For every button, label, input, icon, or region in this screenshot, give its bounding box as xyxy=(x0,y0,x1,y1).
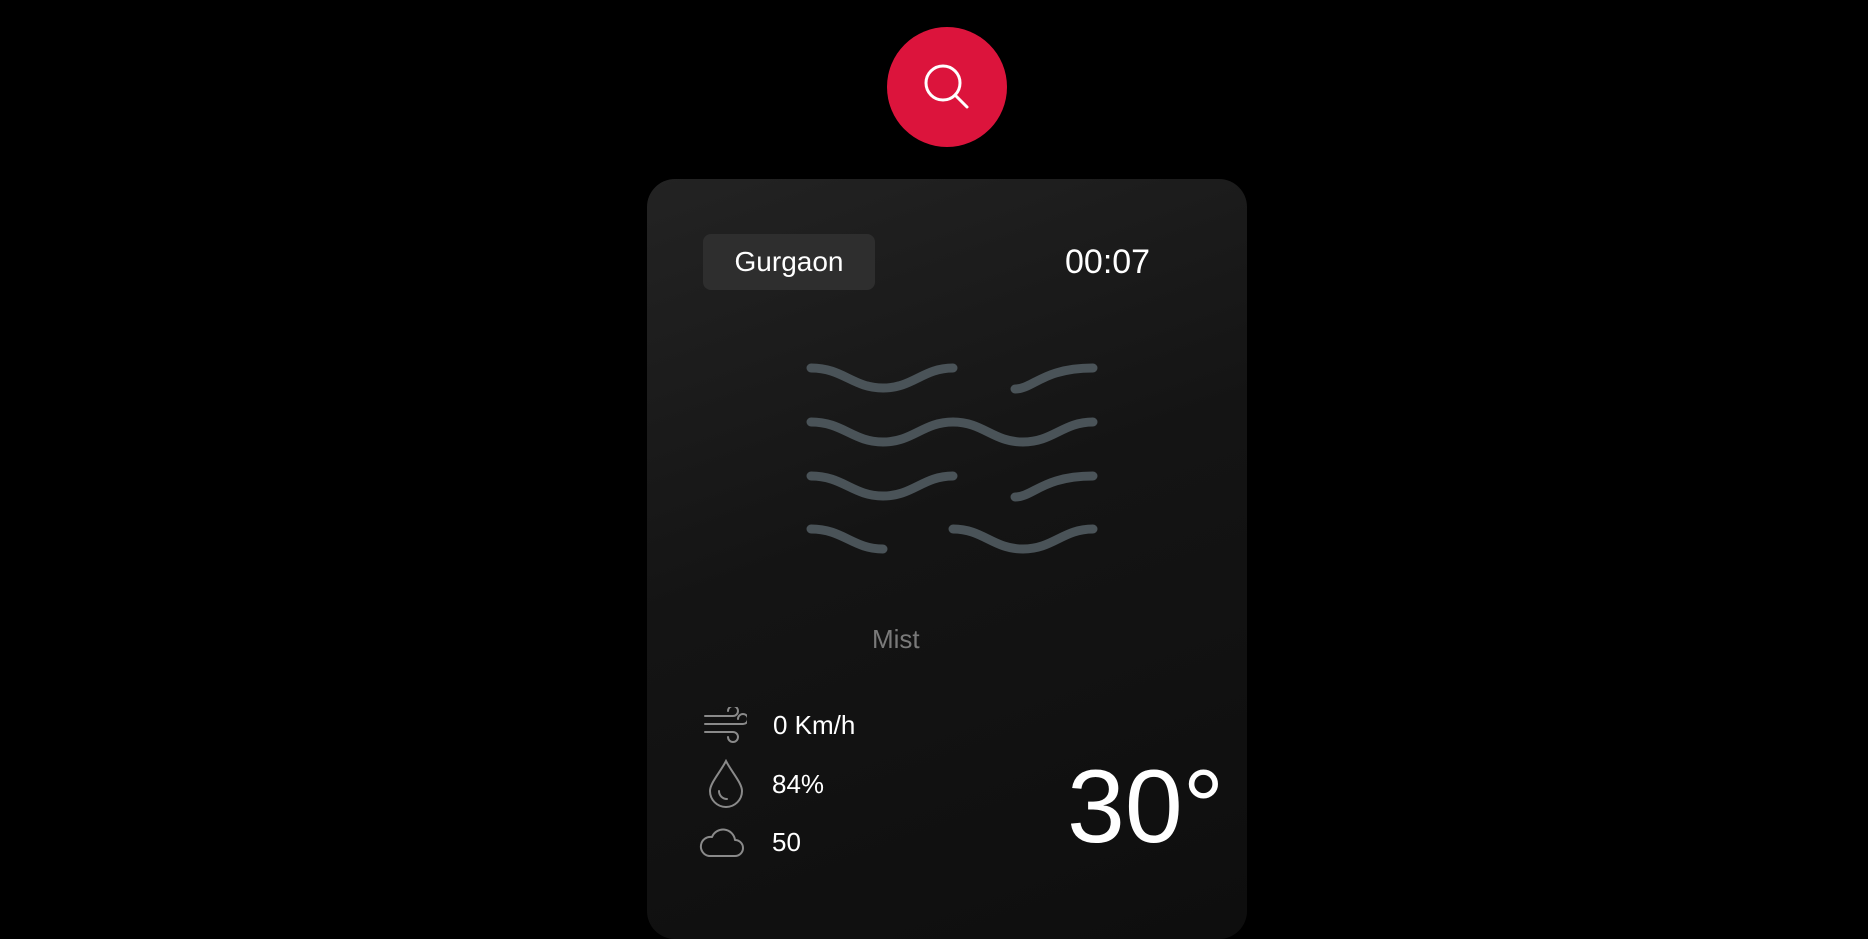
city-name[interactable]: Gurgaon xyxy=(703,234,875,290)
search-icon xyxy=(924,64,969,109)
temperature: 30° xyxy=(1067,749,1225,865)
search-button[interactable] xyxy=(887,27,1007,147)
cloudiness-value: 50 xyxy=(772,827,801,857)
wind-icon xyxy=(704,707,747,743)
wind-speed: 0 Km/h xyxy=(773,710,856,740)
droplet-icon xyxy=(708,759,744,808)
cloud-icon xyxy=(699,828,744,857)
local-time: 00:07 xyxy=(1065,243,1151,281)
humidity-value: 84% xyxy=(772,769,825,799)
weather-condition: Mist xyxy=(872,624,920,654)
mist-icon xyxy=(806,363,1098,554)
weather-card: Gurgaon 00:07 Mist 0 Km/h 84% 50 30° xyxy=(647,179,1247,939)
